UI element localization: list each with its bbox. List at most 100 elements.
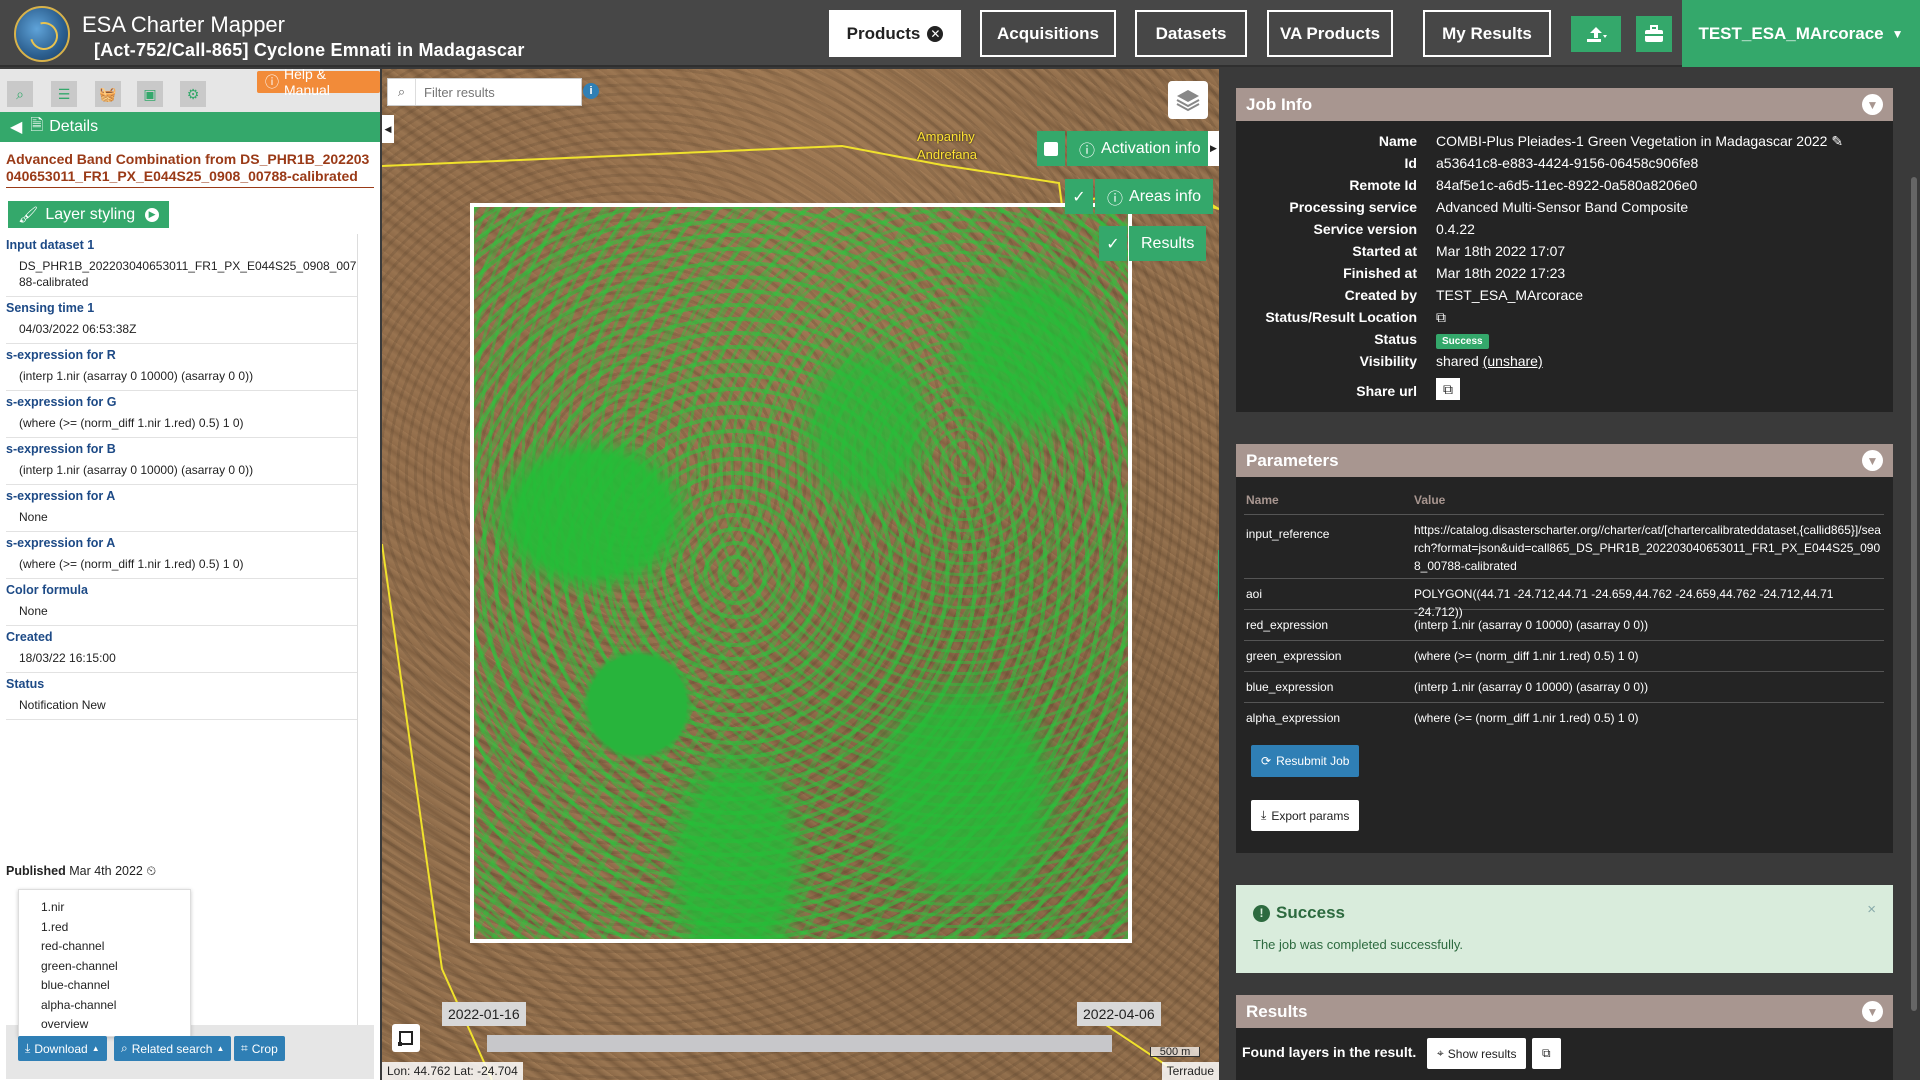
- search-tool-button[interactable]: ⌕: [7, 81, 33, 107]
- kv-value: shared (unshare): [1436, 353, 1543, 369]
- param-value: (interp 1.nir (asarray 0 10000) (asarray…: [1414, 618, 1649, 632]
- export-params-button[interactable]: ⤓ Export params: [1251, 800, 1360, 831]
- kv-value: TEST_ESA_MArcorace: [1436, 287, 1584, 303]
- copy-results-button[interactable]: ⧉: [1532, 1038, 1561, 1069]
- close-icon[interactable]: ×: [1867, 901, 1876, 918]
- help-manual-link[interactable]: ⓘ Help & Manual: [257, 66, 380, 98]
- map-attribution: Terradue: [1161, 1062, 1219, 1080]
- kv-key: Visibility: [1359, 353, 1417, 369]
- activation-title: [Act-752/Call-865] Cyclone Emnati in Mad…: [94, 40, 525, 60]
- results-body: Found layers in the result. ⌖ Show resul…: [1236, 1028, 1893, 1080]
- layer-styling-button[interactable]: 🖌 Layer styling ▶: [8, 201, 170, 228]
- prop-label: Sensing time 1: [6, 301, 95, 315]
- results-label: Results: [1141, 234, 1195, 252]
- nav-my-results[interactable]: My Results: [1423, 10, 1551, 57]
- param-value: (where (>= (norm_diff 1.nir 1.red) 0.5) …: [1414, 711, 1639, 725]
- success-message: The job was completed successfully.: [1253, 937, 1464, 952]
- download-option-nir[interactable]: 1.nir: [19, 898, 190, 918]
- archive-tool-button[interactable]: ▣: [137, 81, 163, 107]
- cursor-coordinates: Lon: 44.762 Lat: -24.704: [382, 1062, 523, 1080]
- nav-va-products-label: VA Products: [1279, 23, 1381, 43]
- download-option-red[interactable]: 1.red: [19, 918, 190, 938]
- layers-button[interactable]: [1168, 81, 1208, 119]
- chevron-down-icon[interactable]: ▼: [1862, 1001, 1883, 1022]
- exclamation-circle-icon: !: [1253, 904, 1270, 922]
- show-results-button[interactable]: ⌖ Show results: [1427, 1038, 1527, 1069]
- timeline-slider[interactable]: [487, 1035, 1112, 1052]
- crop-icon: ⌗: [241, 1041, 248, 1055]
- caret-up-icon: ▲: [216, 1044, 225, 1053]
- related-search-label: Related search: [131, 1041, 213, 1056]
- nav-acquisitions[interactable]: Acquisitions: [980, 10, 1116, 57]
- download-icon: ⤓: [25, 1041, 31, 1055]
- kv-value: Advanced Multi-Sensor Band Composite: [1436, 199, 1689, 215]
- collapse-overlays-button[interactable]: ▶: [1208, 131, 1219, 166]
- prop-label: s-expression for A: [6, 536, 116, 550]
- collapse-left-panel-button[interactable]: ◀: [382, 115, 394, 143]
- download-option-red-channel[interactable]: red-channel: [19, 937, 190, 957]
- nav-datasets[interactable]: Datasets: [1135, 10, 1247, 57]
- parameters-header[interactable]: Parameters ▼: [1236, 444, 1893, 477]
- parameters-table-header: Name Value: [1244, 487, 1884, 515]
- job-info-header[interactable]: Job Info ▼: [1236, 88, 1893, 121]
- pencil-icon[interactable]: ✎: [1831, 133, 1843, 149]
- settings-tool-button[interactable]: ⚙: [180, 81, 206, 107]
- map-view[interactable]: Ampanihy Andrefana ⌕ i ⓘ Activation info…: [382, 69, 1219, 1080]
- draw-tool-button[interactable]: [392, 1024, 420, 1052]
- nav-products[interactable]: Products ✕: [829, 10, 961, 57]
- chevron-down-icon[interactable]: ▼: [1862, 450, 1883, 471]
- col-value-header: Value: [1414, 493, 1446, 507]
- close-products-icon[interactable]: ✕: [927, 25, 944, 42]
- unshare-link[interactable]: (unshare): [1483, 353, 1543, 369]
- crop-button[interactable]: ⌗ Crop: [234, 1036, 285, 1061]
- filter-results-input[interactable]: [416, 84, 566, 100]
- prop-value: DS_PHR1B_202203040653011_FR1_PX_E044S25_…: [19, 259, 357, 289]
- back-chevron-icon[interactable]: ◀: [10, 117, 22, 137]
- download-option-blue-channel[interactable]: blue-channel: [19, 976, 190, 996]
- briefcase-button[interactable]: [1636, 16, 1672, 52]
- nav-va-products[interactable]: VA Products: [1267, 10, 1393, 57]
- copy-icon[interactable]: ⧉: [1436, 378, 1460, 400]
- download-option-green-channel[interactable]: green-channel: [19, 957, 190, 977]
- areas-info-toggle[interactable]: ✓: [1065, 179, 1093, 214]
- areas-info-button[interactable]: ⓘ Areas info: [1095, 179, 1214, 214]
- prop-color-formula: Color formula None: [6, 579, 357, 626]
- param-value: (interp 1.nir (asarray 0 10000) (asarray…: [1414, 680, 1649, 694]
- search-icon: ⌕: [16, 85, 24, 102]
- download-option-overview[interactable]: overview: [19, 1015, 190, 1035]
- areas-info-label: Areas info: [1129, 187, 1202, 205]
- result-footprint-layer[interactable]: [470, 203, 1132, 943]
- activation-info-toggle[interactable]: [1037, 131, 1065, 166]
- download-option-alpha-channel[interactable]: alpha-channel: [19, 996, 190, 1016]
- results-layer-button[interactable]: Results: [1129, 226, 1207, 261]
- external-link-icon[interactable]: ⧉: [1436, 309, 1446, 326]
- upload-menu-button[interactable]: [1571, 16, 1621, 52]
- copy-icon: ⧉: [1542, 1046, 1551, 1060]
- activation-info-button[interactable]: ⓘ Activation info: [1067, 131, 1213, 166]
- info-icon[interactable]: i: [583, 83, 599, 99]
- related-search-button[interactable]: ⌕ Related search ▲: [114, 1036, 232, 1061]
- panel-scrollbar[interactable]: [1911, 177, 1917, 1011]
- basket-tool-button[interactable]: 🧺: [95, 81, 121, 107]
- download-button[interactable]: ⤓ Download ▲: [18, 1036, 107, 1061]
- map-marker-icon: ⌖: [1437, 1046, 1444, 1060]
- prop-value: None: [19, 510, 48, 524]
- upload-icon: [1587, 27, 1607, 42]
- prop-expr-a: s-expression for A None: [6, 485, 357, 532]
- caret-up-icon: ▲: [91, 1044, 100, 1053]
- results-header[interactable]: Results ▼: [1236, 995, 1893, 1028]
- param-row-red: red_expression (interp 1.nir (asarray 0 …: [1244, 610, 1884, 641]
- published-info: Published Mar 4th 2022 ⏲: [6, 864, 156, 879]
- user-menu[interactable]: TEST_ESA_MArcorace ▼: [1682, 0, 1920, 67]
- filter-results-box: ⌕: [387, 78, 582, 106]
- resubmit-job-button[interactable]: ⟳ Resubmit Job: [1251, 745, 1360, 777]
- results-toggle[interactable]: ✓: [1099, 226, 1127, 261]
- clock-icon: ⏲: [146, 864, 157, 878]
- kv-value: ⧉: [1436, 378, 1460, 400]
- chevron-down-icon[interactable]: ▼: [1862, 94, 1883, 115]
- list-icon: ☰: [57, 85, 71, 102]
- list-tool-button[interactable]: ☰: [51, 81, 77, 107]
- kv-key: Status/Result Location: [1265, 309, 1417, 325]
- chevron-right-icon: ▶: [1210, 143, 1217, 153]
- kv-value: 84af5e1c-a6d5-11ec-8922-0a580a8206e0: [1436, 177, 1698, 193]
